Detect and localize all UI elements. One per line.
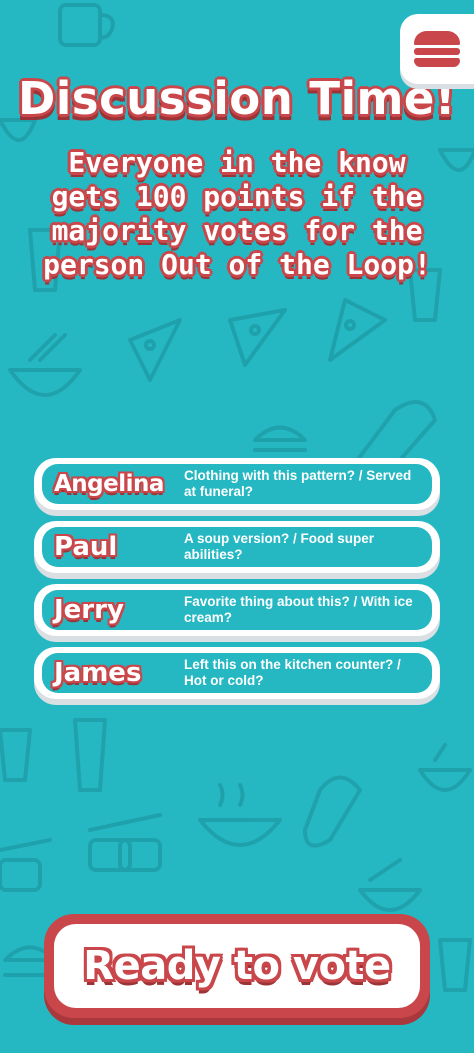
coffee-cup-icon [418,743,472,792]
player-clue: A soup version? / Food super abilities? [184,531,375,562]
player-list: Angelina Clothing with this pattern? / S… [34,458,440,710]
pizza-slice-icon [128,318,182,382]
cupcake-icon [0,728,32,782]
player-clue: Clothing with this pattern? / Served at … [184,468,412,499]
drink-icon [73,718,107,792]
player-name: Jerry [54,595,124,625]
player-row-james: James Left this on the kitchen counter? … [34,647,440,699]
ready-to-vote-label: Ready to vote [83,943,391,989]
sushi-icon [0,838,52,892]
hotdog-icon [303,775,362,848]
player-name: Angelina [54,471,164,497]
pizza-slice-icon [228,308,287,367]
coffee-cup-icon [58,3,115,47]
player-clue: Left this on the kitchen counter? / Hot … [184,657,401,688]
page-title: Discussion Time! [18,72,456,125]
player-row-jerry: Jerry Favorite thing about this? / With … [34,584,440,636]
player-row-angelina: Angelina Clothing with this pattern? / S… [34,458,440,510]
player-row-paul: Paul A soup version? / Food super abilit… [34,521,440,573]
bowl-icon [358,858,422,912]
player-name: Paul [54,532,118,562]
sushi-icon [88,813,162,872]
player-clue: Favorite thing about this? / With ice cr… [184,594,413,625]
bowl-icon [8,333,82,397]
pizza-slice-icon [328,298,387,362]
ready-to-vote-button[interactable]: Ready to vote [44,914,430,1018]
player-name: James [54,658,142,688]
menu-button[interactable] [400,14,474,84]
burger-icon [253,425,307,452]
bowl-icon [198,783,282,847]
cupcake-icon [438,938,472,992]
burger-menu-icon [414,31,460,67]
instructions-text: Everyone in the know gets 100 points if … [43,146,431,281]
